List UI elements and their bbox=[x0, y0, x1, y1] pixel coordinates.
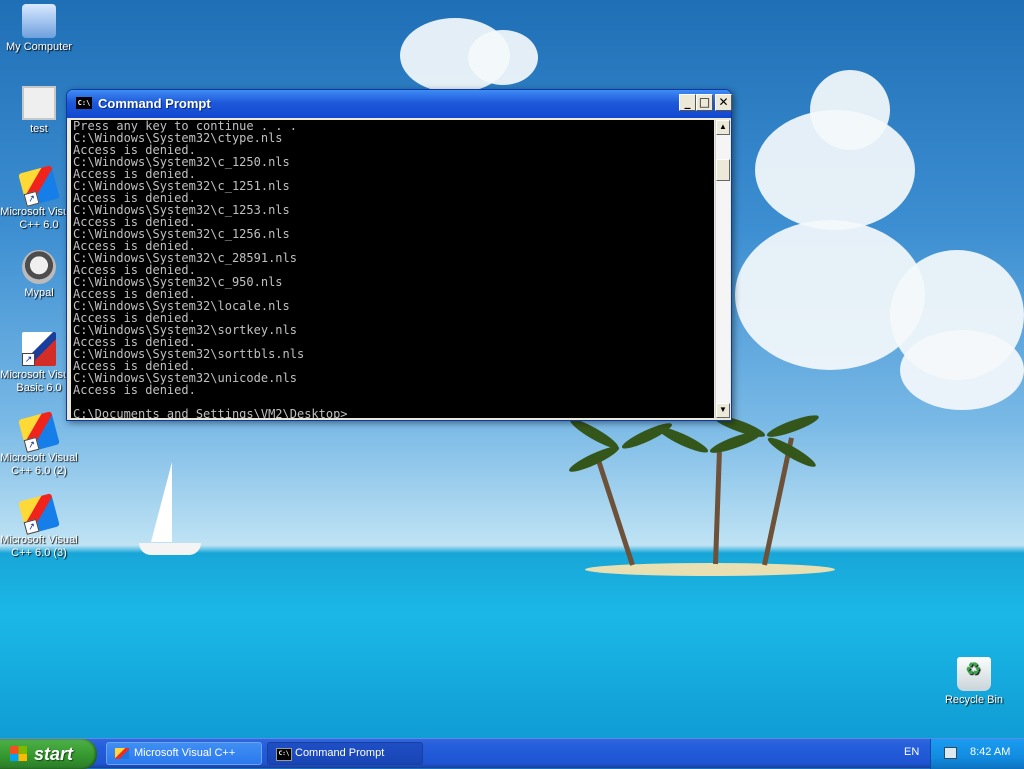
palm-tree bbox=[713, 451, 722, 565]
network-icon[interactable] bbox=[944, 747, 957, 759]
clock[interactable]: 8:42 AM bbox=[970, 746, 1010, 758]
desktop-icon-label: My Computer bbox=[5, 41, 73, 53]
shortcut-arrow-icon: ↗ bbox=[23, 190, 40, 207]
shortcut-arrow-icon: ↗ bbox=[23, 436, 40, 453]
visual-basic-icon: ↗ bbox=[22, 332, 56, 366]
visual-cpp-icon: ↗ bbox=[18, 411, 60, 453]
language-indicator[interactable]: EN bbox=[904, 746, 919, 758]
sailboat-hull bbox=[139, 543, 201, 555]
desktop-icon-my-computer[interactable]: My Computer bbox=[0, 4, 78, 54]
console-prompt: C:\Documents and Settings\VM2\Desktop> bbox=[73, 407, 348, 418]
console-output[interactable]: Press any key to continue . . . C:\Window… bbox=[71, 120, 714, 418]
taskbar-button-label: Command Prompt bbox=[295, 747, 385, 759]
scroll-up-arrow-icon[interactable]: ▲ bbox=[716, 120, 730, 135]
command-prompt-icon: C:\ bbox=[76, 97, 92, 109]
desktop-icon-recycle-bin[interactable]: Recycle Bin bbox=[935, 657, 1013, 707]
scroll-down-arrow-icon[interactable]: ▼ bbox=[716, 403, 730, 418]
vertical-scrollbar[interactable]: ▲ ▼ bbox=[715, 120, 730, 418]
island bbox=[585, 563, 835, 576]
console-text: Press any key to continue . . . C:\Window… bbox=[71, 120, 714, 418]
sailboat bbox=[151, 462, 172, 542]
shortcut-arrow-icon: ↗ bbox=[23, 518, 40, 535]
command-prompt-window[interactable]: C:\ Command Prompt _ □ ✕ Press any key t… bbox=[66, 89, 732, 421]
computer-icon bbox=[22, 4, 56, 38]
shortcut-arrow-icon: ↗ bbox=[22, 353, 35, 366]
visual-cpp-icon: ↗ bbox=[18, 493, 60, 535]
cloud bbox=[468, 30, 538, 85]
visual-cpp-icon: ↗ bbox=[18, 165, 60, 207]
start-label: start bbox=[34, 744, 74, 764]
recycle-bin-icon bbox=[957, 657, 991, 691]
desktop-icon-label: Microsoft Visual C++ 6.0 (3) bbox=[0, 534, 78, 559]
taskbar-button-label: Microsoft Visual C++ bbox=[134, 747, 236, 759]
app-icon bbox=[22, 86, 56, 120]
desktop-icon-label: Recycle Bin bbox=[944, 694, 1004, 706]
command-prompt-icon: C:\ bbox=[276, 748, 292, 761]
desktop-icon-visual-cpp-2[interactable]: ↗ Microsoft Visual C++ 6.0 (2) bbox=[0, 411, 78, 478]
minimize-button[interactable]: _ bbox=[679, 94, 696, 111]
maximize-button[interactable]: □ bbox=[696, 94, 713, 111]
taskbar-button-command-prompt[interactable]: C:\ Command Prompt bbox=[267, 742, 423, 765]
visual-cpp-icon bbox=[115, 748, 129, 759]
cloud bbox=[900, 330, 1024, 410]
raccoon-icon bbox=[22, 250, 56, 284]
desktop-icon-label: Mypal bbox=[24, 287, 54, 299]
desktop-icon-visual-cpp-3[interactable]: ↗ Microsoft Visual C++ 6.0 (3) bbox=[0, 493, 78, 560]
window-title: Command Prompt bbox=[98, 96, 211, 111]
palm-tree bbox=[596, 459, 635, 566]
palm-leaf bbox=[655, 423, 711, 457]
desktop-icon-label: Microsoft Visual C++ 6.0 (2) bbox=[0, 452, 78, 477]
window-titlebar[interactable]: C:\ Command Prompt _ □ ✕ bbox=[67, 90, 732, 118]
taskbar-button-visual-cpp[interactable]: Microsoft Visual C++ bbox=[106, 742, 262, 765]
desktop-icon-label: test bbox=[30, 123, 48, 135]
console-line: Access is denied. bbox=[73, 383, 196, 397]
palm-leaf bbox=[765, 411, 821, 441]
close-button[interactable]: ✕ bbox=[715, 94, 732, 111]
system-tray: 8:42 AM bbox=[930, 739, 1024, 769]
palm-leaf bbox=[566, 442, 622, 476]
start-button[interactable]: start bbox=[0, 739, 97, 769]
scroll-thumb[interactable] bbox=[716, 159, 730, 181]
taskbar: start Microsoft Visual C++ C:\ Command P… bbox=[0, 738, 1024, 769]
windows-logo-icon bbox=[10, 746, 27, 761]
cloud bbox=[810, 70, 890, 150]
